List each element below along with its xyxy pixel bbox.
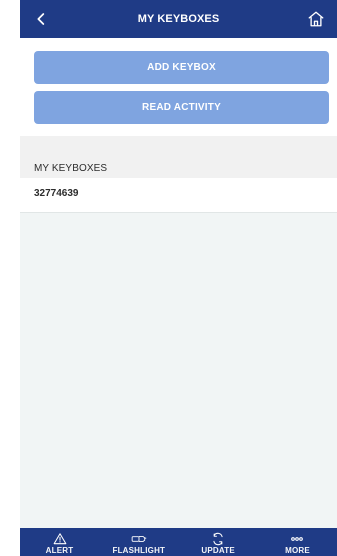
home-button[interactable] <box>297 0 335 38</box>
actions-panel: ADD KEYBOX READ ACTIVITY <box>20 38 337 136</box>
read-activity-button[interactable]: READ ACTIVITY <box>34 91 329 124</box>
page-title: MY KEYBOXES <box>137 13 220 25</box>
keybox-list-item[interactable]: 32774639 <box>34 188 79 199</box>
back-button[interactable] <box>22 0 60 38</box>
bottom-tab-bar: ALERT FLASHLIGHT UPDATE MORE <box>20 528 337 556</box>
section-title: MY KEYBOXES <box>34 163 108 174</box>
tab-label: ALERT <box>45 546 74 555</box>
tab-alert[interactable]: ALERT <box>20 528 99 556</box>
tab-label: MORE <box>285 546 310 555</box>
chevron-left-icon <box>33 11 49 27</box>
tab-label: FLASHLIGHT <box>112 546 166 555</box>
add-keybox-button[interactable]: ADD KEYBOX <box>34 51 329 84</box>
top-bar: MY KEYBOXES <box>20 0 337 38</box>
tab-update[interactable]: UPDATE <box>179 528 258 556</box>
app-container: MY KEYBOXES ADD KEYBOX READ ACTIVITY MY … <box>20 0 337 556</box>
keyboxes-list: 32774639 <box>20 178 337 213</box>
more-icon <box>258 532 337 546</box>
keyboxes-section: MY KEYBOXES 32774639 <box>20 136 337 556</box>
keyboxes-section-header: MY KEYBOXES <box>20 136 337 178</box>
flashlight-icon <box>99 532 178 546</box>
sync-icon <box>179 532 258 546</box>
warning-icon <box>20 532 99 546</box>
screen: MY KEYBOXES ADD KEYBOX READ ACTIVITY MY … <box>0 0 337 556</box>
tab-more[interactable]: MORE <box>258 528 337 556</box>
tab-flashlight[interactable]: FLASHLIGHT <box>99 528 178 556</box>
tab-label: UPDATE <box>201 546 235 555</box>
home-icon <box>307 10 325 28</box>
